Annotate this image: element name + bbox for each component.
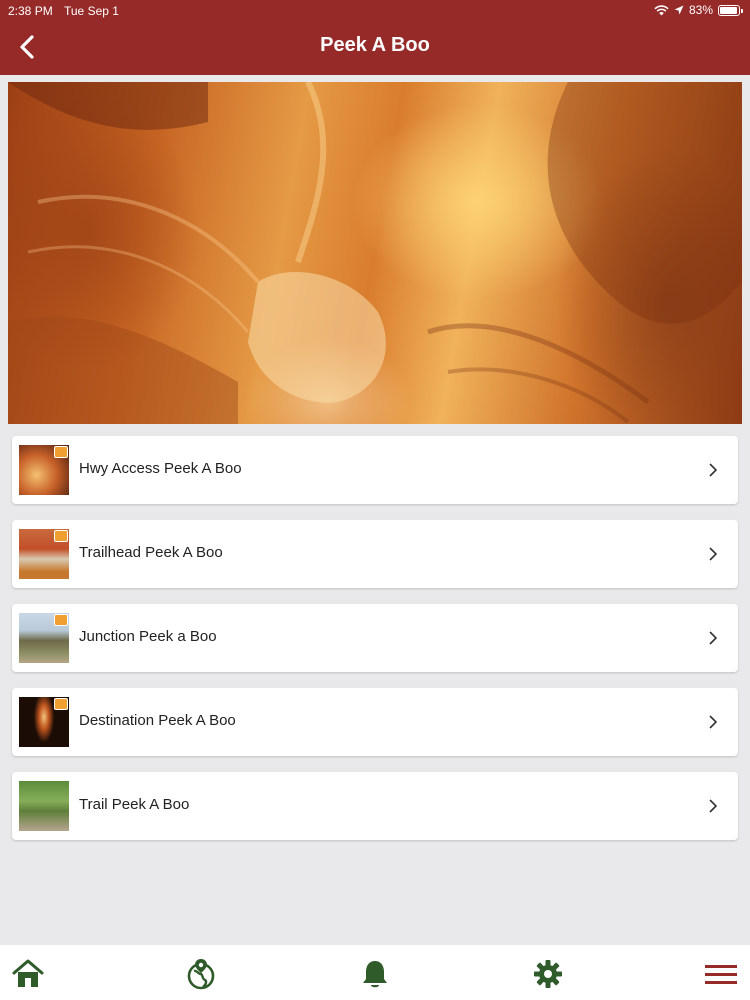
location-arrow-icon	[674, 5, 684, 15]
photo-badge-icon	[54, 698, 68, 710]
list-item-label: Junction Peek a Boo	[79, 628, 217, 645]
chevron-right-icon	[709, 799, 718, 813]
thumbnail-image	[19, 781, 69, 831]
menu-icon[interactable]	[704, 957, 738, 991]
home-icon[interactable]	[11, 957, 45, 991]
photo-badge-icon	[54, 530, 68, 542]
chevron-right-icon	[709, 631, 718, 645]
bottom-tab-bar	[0, 945, 750, 1000]
chevron-right-icon	[709, 463, 718, 477]
list-item-label: Trailhead Peek A Boo	[79, 544, 223, 561]
chevron-right-icon	[709, 715, 718, 729]
thumbnail-image	[19, 697, 69, 747]
hero-image	[8, 82, 742, 424]
battery-fill	[720, 6, 737, 14]
status-time: 2:38 PM	[8, 4, 53, 18]
status-right: 83%	[654, 3, 743, 17]
bell-icon[interactable]	[358, 957, 392, 991]
wifi-icon	[654, 4, 669, 15]
canyon-illustration	[8, 82, 742, 424]
globe-icon[interactable]	[184, 957, 218, 991]
thumbnail-image	[19, 445, 69, 495]
thumbnail-image	[19, 613, 69, 663]
list-item[interactable]: Trailhead Peek A Boo	[12, 520, 738, 588]
battery-icon	[718, 4, 743, 16]
gear-icon[interactable]	[531, 957, 565, 991]
chevron-right-icon	[709, 547, 718, 561]
app-header: 2:38 PM Tue Sep 1 83% Peek A Boo	[0, 0, 750, 75]
list-item-label: Hwy Access Peek A Boo	[79, 460, 242, 477]
thumbnail-image	[19, 529, 69, 579]
list-item[interactable]: Trail Peek A Boo	[12, 772, 738, 840]
photo-badge-icon	[54, 614, 68, 626]
status-date: Tue Sep 1	[64, 4, 119, 18]
list-item[interactable]: Hwy Access Peek A Boo	[12, 436, 738, 504]
status-bar: 2:38 PM Tue Sep 1 83%	[0, 0, 750, 22]
page-title: Peek A Boo	[320, 34, 430, 56]
photo-badge-icon	[54, 446, 68, 458]
list-item-label: Destination Peek A Boo	[79, 712, 236, 729]
battery-percent: 83%	[688, 3, 713, 17]
list-item[interactable]: Destination Peek A Boo	[12, 688, 738, 756]
list-item-label: Trail Peek A Boo	[79, 796, 190, 813]
list-item[interactable]: Junction Peek a Boo	[12, 604, 738, 672]
